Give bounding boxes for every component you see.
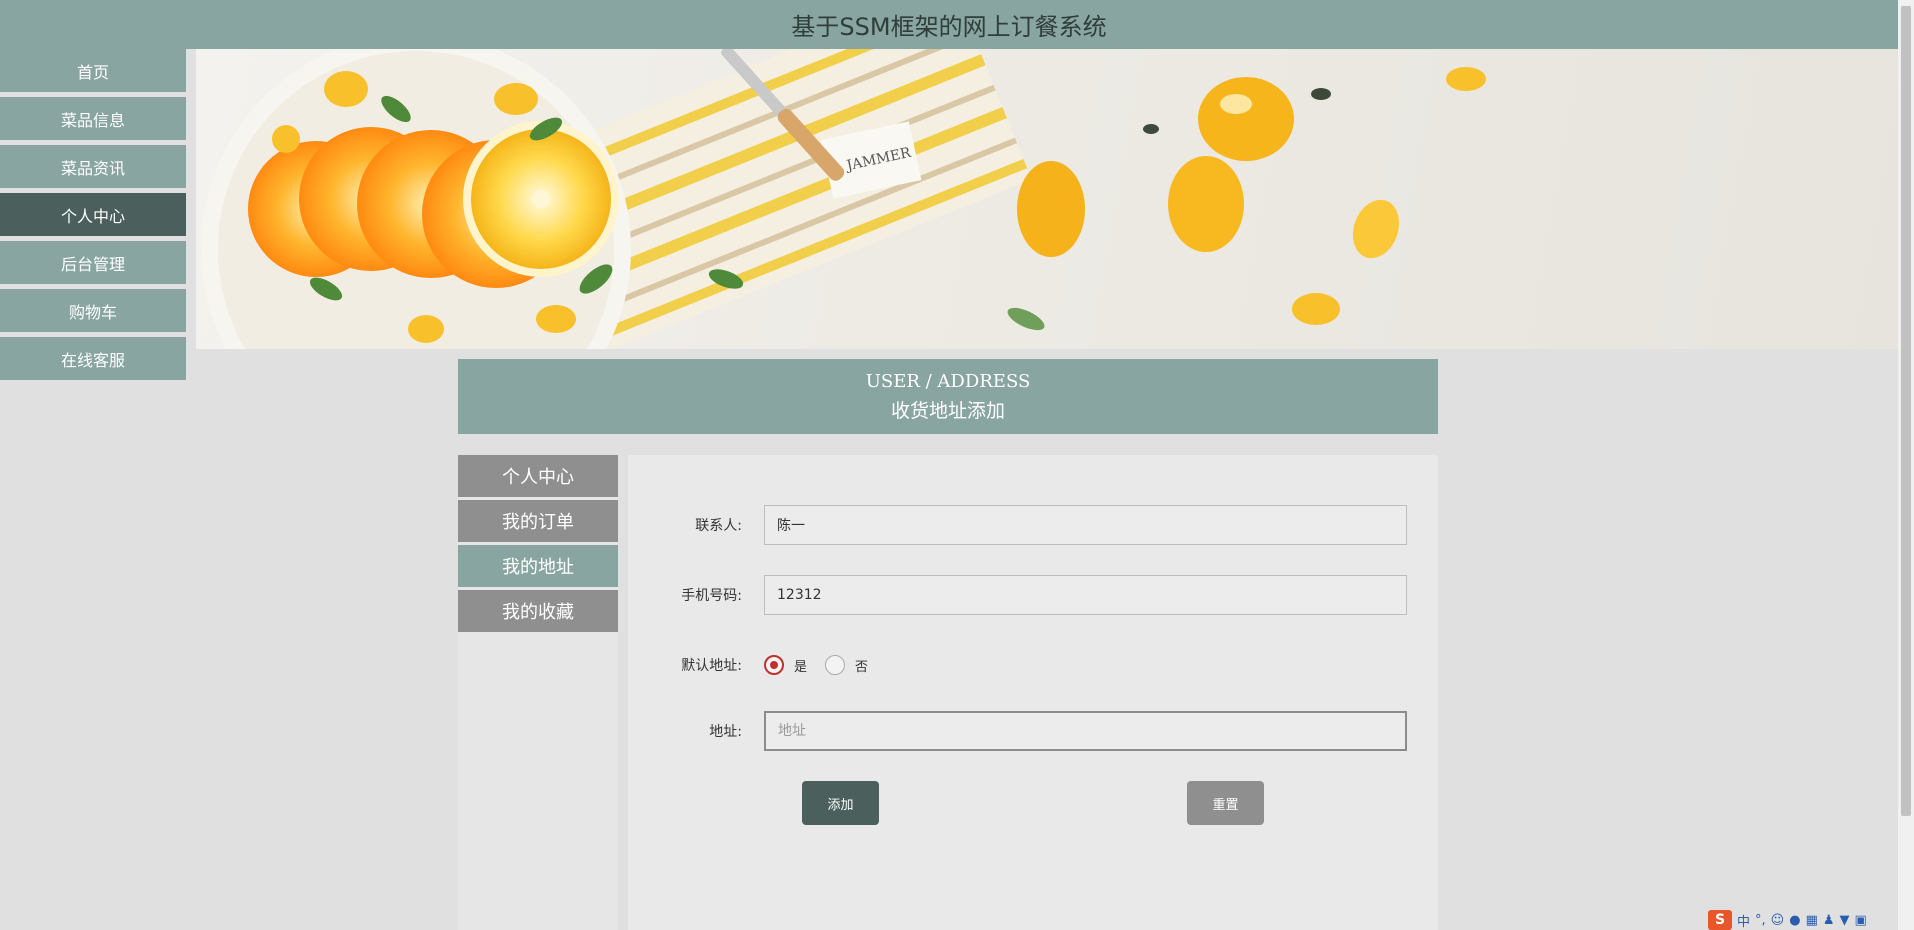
section-title-en: USER / ADDRESS (865, 371, 1031, 392)
user-icon[interactable]: ♟ (1823, 913, 1835, 928)
address-form: 联系人: 手机号码: 默认地址: 是 否 地址: 添加 重置 (628, 455, 1438, 930)
hero-banner: JAMMER (196, 49, 1898, 349)
address-row: 地址: (628, 711, 1438, 751)
default-address-label: 默认地址: (681, 658, 742, 674)
address-label: 地址: (709, 724, 742, 740)
emoji-icon[interactable]: ☺ (1771, 913, 1785, 928)
nav-item-label: 购物车 (68, 302, 117, 322)
nav-item-label: 个人中心 (60, 206, 125, 226)
ime-toolbar: S 中 °, ☺ ● ▦ ♟ ▼ ▣ (1708, 910, 1867, 930)
ime-logo-icon[interactable]: S (1708, 910, 1732, 930)
radio-unchecked-icon (825, 655, 846, 675)
grid-icon[interactable]: ▣ (1855, 913, 1867, 928)
sidebar-item-label: 我的地址 (502, 557, 574, 578)
main-nav: 首页 菜品信息 菜品资讯 个人中心 后台管理 购物车 在线客服 (0, 49, 186, 385)
reset-button[interactable]: 重置 (1187, 781, 1264, 825)
orange-slices (248, 121, 619, 288)
sidebar-item-label: 个人中心 (502, 467, 574, 488)
phone-label: 手机号码: (681, 588, 742, 604)
add-button[interactable]: 添加 (802, 781, 879, 825)
nav-item-label: 后台管理 (60, 254, 125, 274)
site-header: 基于SSM框架的网上订餐系统 (0, 0, 1898, 49)
banner-image: JAMMER (201, 49, 1486, 349)
nav-item-label: 菜品资讯 (60, 158, 125, 178)
sidebar-item-label: 我的收藏 (502, 602, 574, 623)
phone-input[interactable] (764, 575, 1407, 615)
radio-checked-icon (764, 655, 784, 675)
default-address-row: 默认地址: 是 否 (628, 645, 1438, 685)
scrollbar-thumb[interactable] (1901, 6, 1911, 816)
sidebar-item-my-address[interactable]: 我的地址 (458, 545, 618, 587)
ime-mode-indicator[interactable]: 中 (1737, 911, 1750, 930)
nav-item-dishes[interactable]: 菜品信息 (0, 97, 186, 140)
radio-option-label: 是 (794, 659, 808, 675)
nav-item-news[interactable]: 菜品资讯 (0, 145, 186, 188)
default-address-radio-group: 是 否 (764, 645, 886, 685)
section-header: USER / ADDRESS 收货地址添加 (458, 359, 1438, 434)
phone-row: 手机号码: (628, 575, 1438, 615)
site-title: 基于SSM框架的网上订餐系统 (791, 13, 1107, 41)
personal-center-sidebar: 个人中心 我的订单 我的地址 我的收藏 (458, 455, 618, 930)
microphone-icon[interactable]: ● (1789, 913, 1800, 928)
sidebar-item-personal-center[interactable]: 个人中心 (458, 455, 618, 497)
radio-option-label: 否 (855, 659, 869, 675)
sidebar-item-label: 我的订单 (502, 512, 574, 533)
nav-item-home[interactable]: 首页 (0, 49, 186, 92)
section-title-cn: 收货地址添加 (890, 400, 1005, 422)
shirt-icon[interactable]: ▼ (1840, 913, 1850, 928)
nav-item-personal-center[interactable]: 个人中心 (0, 193, 186, 236)
default-address-option-yes[interactable]: 是 (764, 655, 807, 675)
nav-item-label: 首页 (76, 62, 109, 82)
page-scrollbar[interactable] (1898, 0, 1914, 930)
punctuation-icon[interactable]: °, (1755, 913, 1766, 928)
sidebar-item-my-favorites[interactable]: 我的收藏 (458, 590, 618, 632)
nav-item-label: 在线客服 (60, 350, 125, 370)
nav-item-cart[interactable]: 购物车 (0, 289, 186, 332)
keyboard-icon[interactable]: ▦ (1806, 913, 1818, 928)
nav-item-customer-service[interactable]: 在线客服 (0, 337, 186, 380)
contact-row: 联系人: (628, 505, 1438, 545)
sidebar-item-my-orders[interactable]: 我的订单 (458, 500, 618, 542)
default-address-option-no[interactable]: 否 (825, 655, 868, 675)
contact-input[interactable] (764, 505, 1407, 545)
nav-item-admin[interactable]: 后台管理 (0, 241, 186, 284)
nav-item-label: 菜品信息 (60, 110, 125, 130)
contact-label: 联系人: (695, 518, 742, 534)
address-input[interactable] (764, 711, 1407, 751)
